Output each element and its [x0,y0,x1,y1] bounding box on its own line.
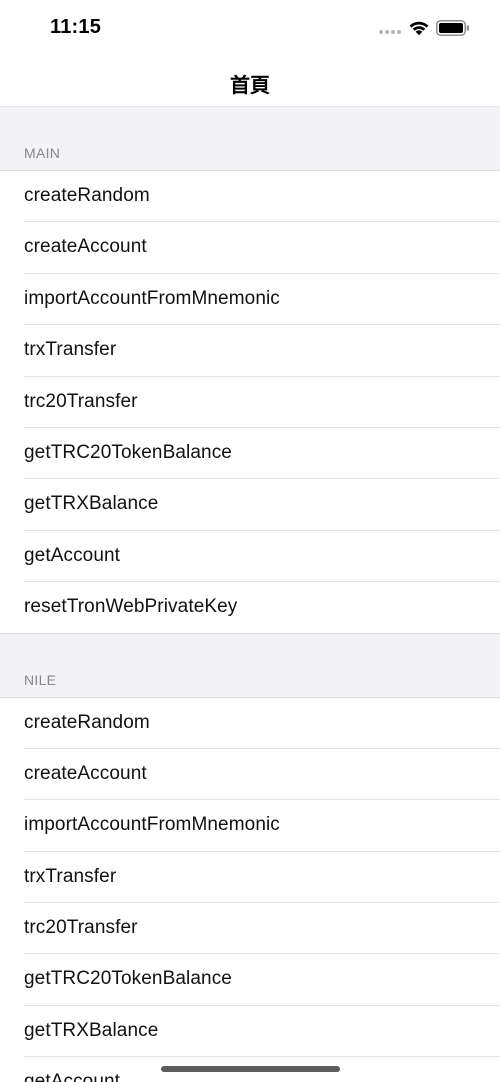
list-item-label: resetTronWebPrivateKey [24,596,238,618]
list-item-label: createRandom [24,711,150,733]
list-item[interactable]: resetTronWebPrivateKey [0,582,500,634]
list-item[interactable]: createRandom [0,171,500,223]
table-view[interactable]: MAIN createRandom createAccount importAc… [0,107,500,1082]
list-item[interactable]: getTRXBalance [0,1005,500,1058]
section-nile: NILE createRandom createAccount importAc… [0,633,500,1082]
section-list: createRandom createAccount importAccount… [0,171,500,634]
list-item-label: getTRXBalance [24,1019,159,1041]
list-item-label: trxTransfer [24,339,117,361]
section-header: MAIN [0,107,500,171]
list-item-label: getAccount [24,544,121,566]
list-item[interactable]: createAccount [0,748,500,801]
section-list: createRandom createAccount importAccount… [0,697,500,1082]
page-title: 首頁 [230,75,270,97]
list-item[interactable]: importAccountFromMnemonic [0,800,500,853]
list-item-label: createAccount [24,236,147,258]
list-item[interactable]: importAccountFromMnemonic [0,273,500,326]
list-item[interactable]: trc20Transfer [0,903,500,955]
screen: 11:15 首頁 MAIN createRandom createAccount… [0,0,500,1082]
section-header: NILE [0,633,500,698]
list-item-label: trc20Transfer [24,917,138,939]
section-main: MAIN createRandom createAccount importAc… [0,107,500,634]
home-indicator[interactable] [161,1066,340,1072]
status-bar: 11:15 [0,0,500,56]
list-item-label: getTRC20TokenBalance [24,968,232,990]
navigation-bar: 首頁 [0,56,500,107]
signal-dots-icon [379,30,403,36]
list-item[interactable]: getTRC20TokenBalance [0,427,500,480]
section-header-label: MAIN [24,145,61,161]
list-item[interactable]: createRandom [0,697,500,750]
list-item-label: trc20Transfer [24,390,138,412]
list-item[interactable]: getAccount [0,530,500,583]
list-item-label: importAccountFromMnemonic [24,287,280,309]
list-item-label: createRandom [24,185,150,206]
list-item-label: createAccount [24,762,147,784]
list-item-label: getAccount [24,1071,121,1082]
battery-icon [436,20,469,36]
list-item-label: getTRC20TokenBalance [24,441,232,463]
list-item[interactable]: trxTransfer [0,851,500,904]
list-item-label: importAccountFromMnemonic [24,814,280,836]
status-time: 11:15 [50,16,102,38]
list-item[interactable]: getTRC20TokenBalance [0,954,500,1007]
list-item[interactable]: trc20Transfer [0,376,500,429]
wifi-icon [409,21,429,36]
list-item-label: trxTransfer [24,865,117,887]
list-item[interactable]: getTRXBalance [0,479,500,532]
list-item[interactable]: trxTransfer [0,325,500,377]
list-item-label: getTRXBalance [24,493,159,515]
list-item[interactable]: createAccount [0,222,500,275]
section-header-label: NILE [24,671,57,688]
